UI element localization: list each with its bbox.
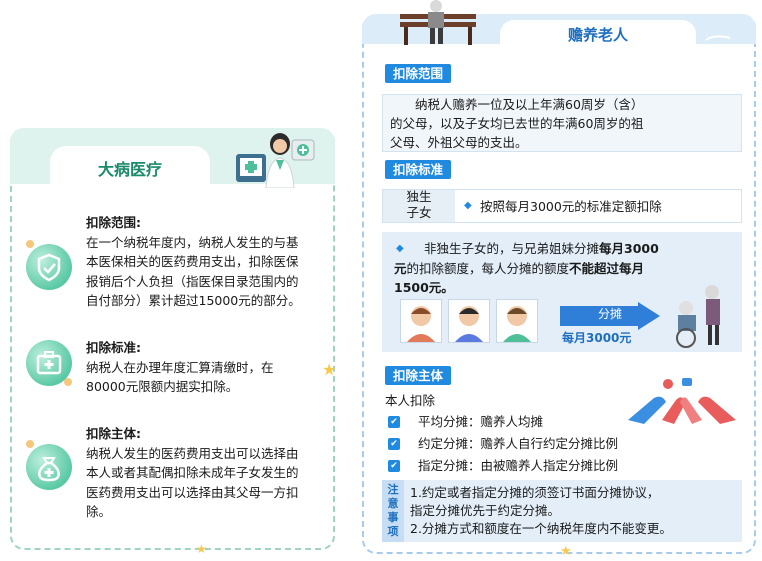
- subject-section: 扣除主体: 纳税人发生的医药费用支出可以选择由 本人或者其配偶扣除未成年子女发生…: [86, 424, 326, 522]
- section-line: 在一个纳税年度内，纳税人发生的与基: [86, 234, 299, 250]
- elderly-card-title: 赡养老人: [567, 26, 628, 44]
- notes-label-char: 注: [387, 483, 399, 496]
- section-heading: 扣除标准:: [86, 340, 141, 355]
- scope-line: 纳税人赡养一位及以上年满60周岁（含）: [415, 97, 644, 112]
- scope-text: 纳税人赡养一位及以上年满60周岁（含） 的父母，以及子女均已去世的年满60周岁的…: [390, 95, 740, 152]
- only-child-text: 按照每月3000元的标准定额扣除: [480, 199, 662, 214]
- section-line: 80000元限额内据实扣除。: [86, 379, 239, 394]
- child-avatar-icon: [448, 299, 490, 343]
- diamond-bullet-icon: ◆: [396, 243, 404, 254]
- medical-kit-icon: [26, 340, 72, 386]
- scope-section: 扣除范围: 在一个纳税年度内，纳税人发生的与基 本医保相关的医药费用支出，扣除医…: [86, 213, 326, 311]
- star-icon: ★: [560, 544, 572, 559]
- subject-item: 约定分摊：赡养人自行约定分摊比例: [418, 436, 619, 451]
- standard-section: 扣除标准: 纳税人在办理年度汇算清缴时，在 80000元限额内据实扣除。: [86, 338, 326, 397]
- only-child-label-line: 子女: [406, 205, 432, 220]
- non-only-bold: 不能超过每月: [569, 261, 645, 276]
- section-line: 医药费用支出可以选择由其父母一方扣: [86, 484, 299, 500]
- subject-item: 指定分摊：由被赡养人指定分摊比例: [418, 458, 619, 473]
- money-bag-icon: [26, 444, 72, 490]
- non-only-line-2: 元的扣除额度，每人分摊的额度不能超过每月: [394, 259, 739, 278]
- section-line: 报销后个人负担（指医保目录范围内的: [86, 273, 299, 289]
- checkbox-icon: ✔: [388, 416, 400, 428]
- non-only-line-1: 非独生子女的，与兄弟姐妹分摊每月3000: [424, 239, 744, 258]
- scope-line: 父母、外祖父母的支出。: [390, 135, 528, 150]
- checkbox-icon: ✔: [388, 460, 400, 472]
- only-child-label: 独生 子女: [383, 189, 455, 221]
- only-child-label-line: 独生: [406, 189, 432, 204]
- section-line: 自付部分）累计超过15000元的部分。: [86, 293, 301, 308]
- grandparents-icon: [676, 285, 720, 348]
- note-line: 1.约定或者指定分摊的须签订书面分摊协议，: [410, 485, 660, 500]
- section-heading: 扣除范围:: [86, 215, 141, 230]
- notes-label: 注 意 事 项: [382, 483, 404, 539]
- helping-hands-icon: [628, 378, 736, 424]
- section-line: 纳税人发生的医药费用支出可以选择由: [86, 445, 299, 461]
- cloud-icon: [705, 35, 731, 41]
- scope-label: 扣除范围: [385, 64, 452, 83]
- notes-label-char: 意: [387, 497, 399, 510]
- checkbox-icon: ✔: [388, 438, 400, 450]
- star-icon: ★: [322, 360, 337, 379]
- note-line: 指定分摊优先于约定分摊。: [410, 503, 561, 518]
- note-line: 2.分摊方式和额度在一个纳税年度内不能变更。: [410, 521, 672, 536]
- standard-label: 扣除标准: [385, 160, 452, 179]
- doctor-icon: [236, 133, 315, 188]
- notes-text: 1.约定或者指定分摊的须签订书面分摊协议， 指定分摊优先于约定分摊。 2.分摊方…: [410, 484, 740, 538]
- shield-icon: [26, 244, 72, 290]
- non-only-bold: 每月3000: [599, 241, 659, 256]
- section-line: 除。: [86, 504, 112, 519]
- non-only-text: 非独生子女的，与兄弟姐妹分摊: [424, 241, 600, 256]
- subject-item: 平均分摊：赡养人均摊: [418, 414, 544, 429]
- star-icon: ★: [196, 542, 207, 556]
- child-avatar-icon: [496, 299, 538, 343]
- share-amount: 每月3000元: [562, 331, 632, 345]
- non-only-bold: 元: [394, 261, 407, 276]
- notes-label-char: 项: [387, 525, 399, 538]
- scope-line: 的父母，以及子女均已去世的年满60周岁的祖: [390, 116, 644, 131]
- section-line: 本人或者其配偶扣除未成年子女发生的: [86, 465, 299, 480]
- section-line: 本医保相关的医药费用支出，扣除医保: [86, 254, 299, 269]
- section-line: 纳税人在办理年度汇算清缴时，在: [86, 359, 274, 375]
- subject-label: 扣除主体: [385, 366, 452, 385]
- elderly-bench-icon: [400, 0, 476, 45]
- diamond-bullet-icon: ◆: [464, 200, 472, 211]
- medical-card-title: 大病医疗: [97, 160, 162, 179]
- non-only-line-3: 1500元。: [394, 280, 454, 295]
- child-avatar-icon: [400, 299, 442, 343]
- section-heading: 扣除主体:: [86, 426, 141, 441]
- non-only-text: 的扣除额度，每人分摊的额度: [406, 261, 570, 276]
- subject-intro: 本人扣除: [385, 393, 436, 408]
- notes-label-char: 事: [387, 511, 399, 524]
- share-label: 分摊: [598, 307, 623, 321]
